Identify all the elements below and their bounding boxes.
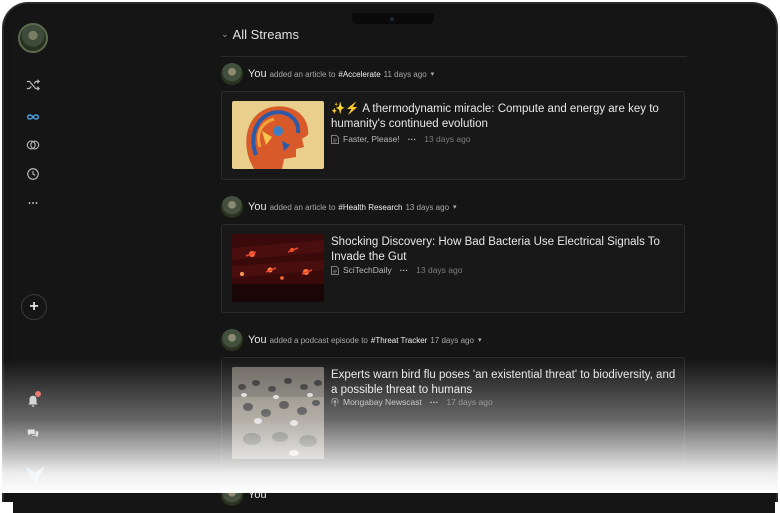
article-card[interactable]: Shocking Discovery: How Bad Bacteria Use… (221, 224, 685, 313)
chat-icon[interactable] (23, 423, 43, 443)
article-time: 13 days ago (416, 265, 463, 275)
document-icon (331, 265, 339, 275)
activity-time: 17 days ago (430, 335, 474, 345)
app-screen: + ⌄ All Streams You added an article to … (13, 13, 775, 513)
activity-time: 13 days ago (405, 202, 450, 212)
chevron-down-icon[interactable]: ▾ (431, 70, 435, 78)
infinity-icon[interactable] (23, 107, 43, 127)
sidebar: + (13, 13, 57, 513)
page-title: All Streams (232, 27, 300, 42)
activity-user[interactable]: You (248, 334, 267, 346)
stream-tag-link[interactable]: #Accelerate (338, 70, 380, 79)
more-options-icon[interactable]: ··· (408, 134, 417, 144)
activity-line: You (221, 483, 270, 507)
avatar[interactable] (221, 196, 243, 218)
activity-line: You added an article to #Accelerate 11 d… (221, 62, 434, 86)
stream-tag-link[interactable]: #Health Research (338, 203, 402, 212)
bell-icon[interactable] (23, 391, 43, 411)
source-name[interactable]: Mongabay Newscast (343, 397, 422, 407)
avatar[interactable] (221, 63, 243, 85)
shuffle-icon[interactable] (23, 75, 43, 95)
camera-icon (390, 17, 394, 21)
article-meta: Faster, Please! ··· 13 days ago (331, 134, 471, 144)
podcast-title[interactable]: Experts warn bird flu poses 'an existent… (331, 368, 676, 398)
article-title[interactable]: ✨⚡ A thermodynamic miracle: Compute and … (331, 102, 676, 132)
app-logo-icon[interactable] (24, 465, 46, 485)
rings-icon[interactable] (23, 135, 43, 155)
podcast-meta: Mongabay Newscast ··· 17 days ago (331, 397, 493, 407)
plus-icon: + (29, 298, 39, 315)
article-card[interactable]: ✨⚡ A thermodynamic miracle: Compute and … (221, 91, 685, 180)
chevron-down-icon[interactable]: ▾ (453, 203, 457, 211)
document-icon (331, 134, 339, 144)
avatar[interactable] (221, 484, 243, 506)
source-name[interactable]: Faster, Please! (343, 134, 400, 144)
avatar[interactable] (221, 329, 243, 351)
stream-tag-link[interactable]: #Threat Tracker (371, 336, 427, 345)
chevron-down-icon[interactable]: ▾ (478, 336, 482, 344)
article-meta: SciTechDaily ··· 13 days ago (331, 265, 462, 275)
podcast-thumbnail (232, 367, 324, 459)
notification-badge (35, 391, 41, 397)
activity-user[interactable]: You (248, 68, 267, 80)
add-stream-button[interactable]: + (21, 294, 47, 320)
more-options-icon[interactable]: ··· (430, 397, 439, 407)
activity-line: You added a podcast episode to #Threat T… (221, 328, 481, 352)
activity-action: added a podcast episode to (269, 335, 368, 345)
device-bezel: + ⌄ All Streams You added an article to … (2, 2, 778, 513)
podcast-time: 17 days ago (446, 397, 493, 407)
article-title[interactable]: Shocking Discovery: How Bad Bacteria Use… (331, 235, 676, 265)
activity-action: added an article to (269, 202, 336, 212)
podcast-card[interactable]: Experts warn bird flu poses 'an existent… (221, 357, 685, 469)
podcast-icon (331, 397, 339, 406)
activity-user[interactable]: You (248, 201, 267, 213)
header-divider (221, 56, 687, 57)
source-name[interactable]: SciTechDaily (343, 265, 392, 275)
user-avatar[interactable] (18, 23, 48, 53)
activity-action: added an article to (269, 69, 336, 79)
more-options-icon[interactable]: ··· (400, 265, 409, 275)
clock-icon[interactable] (23, 164, 43, 184)
chevron-down-icon[interactable]: ⌄ (221, 29, 229, 40)
article-time: 13 days ago (424, 134, 471, 144)
more-icon[interactable] (23, 193, 43, 213)
activity-line: You added an article to #Health Research… (221, 195, 457, 219)
activity-user[interactable]: You (248, 489, 267, 501)
article-thumbnail (232, 101, 324, 169)
article-thumbnail (232, 234, 324, 302)
activity-time: 11 days ago (383, 69, 427, 79)
stream-header[interactable]: ⌄ All Streams (221, 27, 299, 42)
camera-notch (352, 13, 434, 24)
